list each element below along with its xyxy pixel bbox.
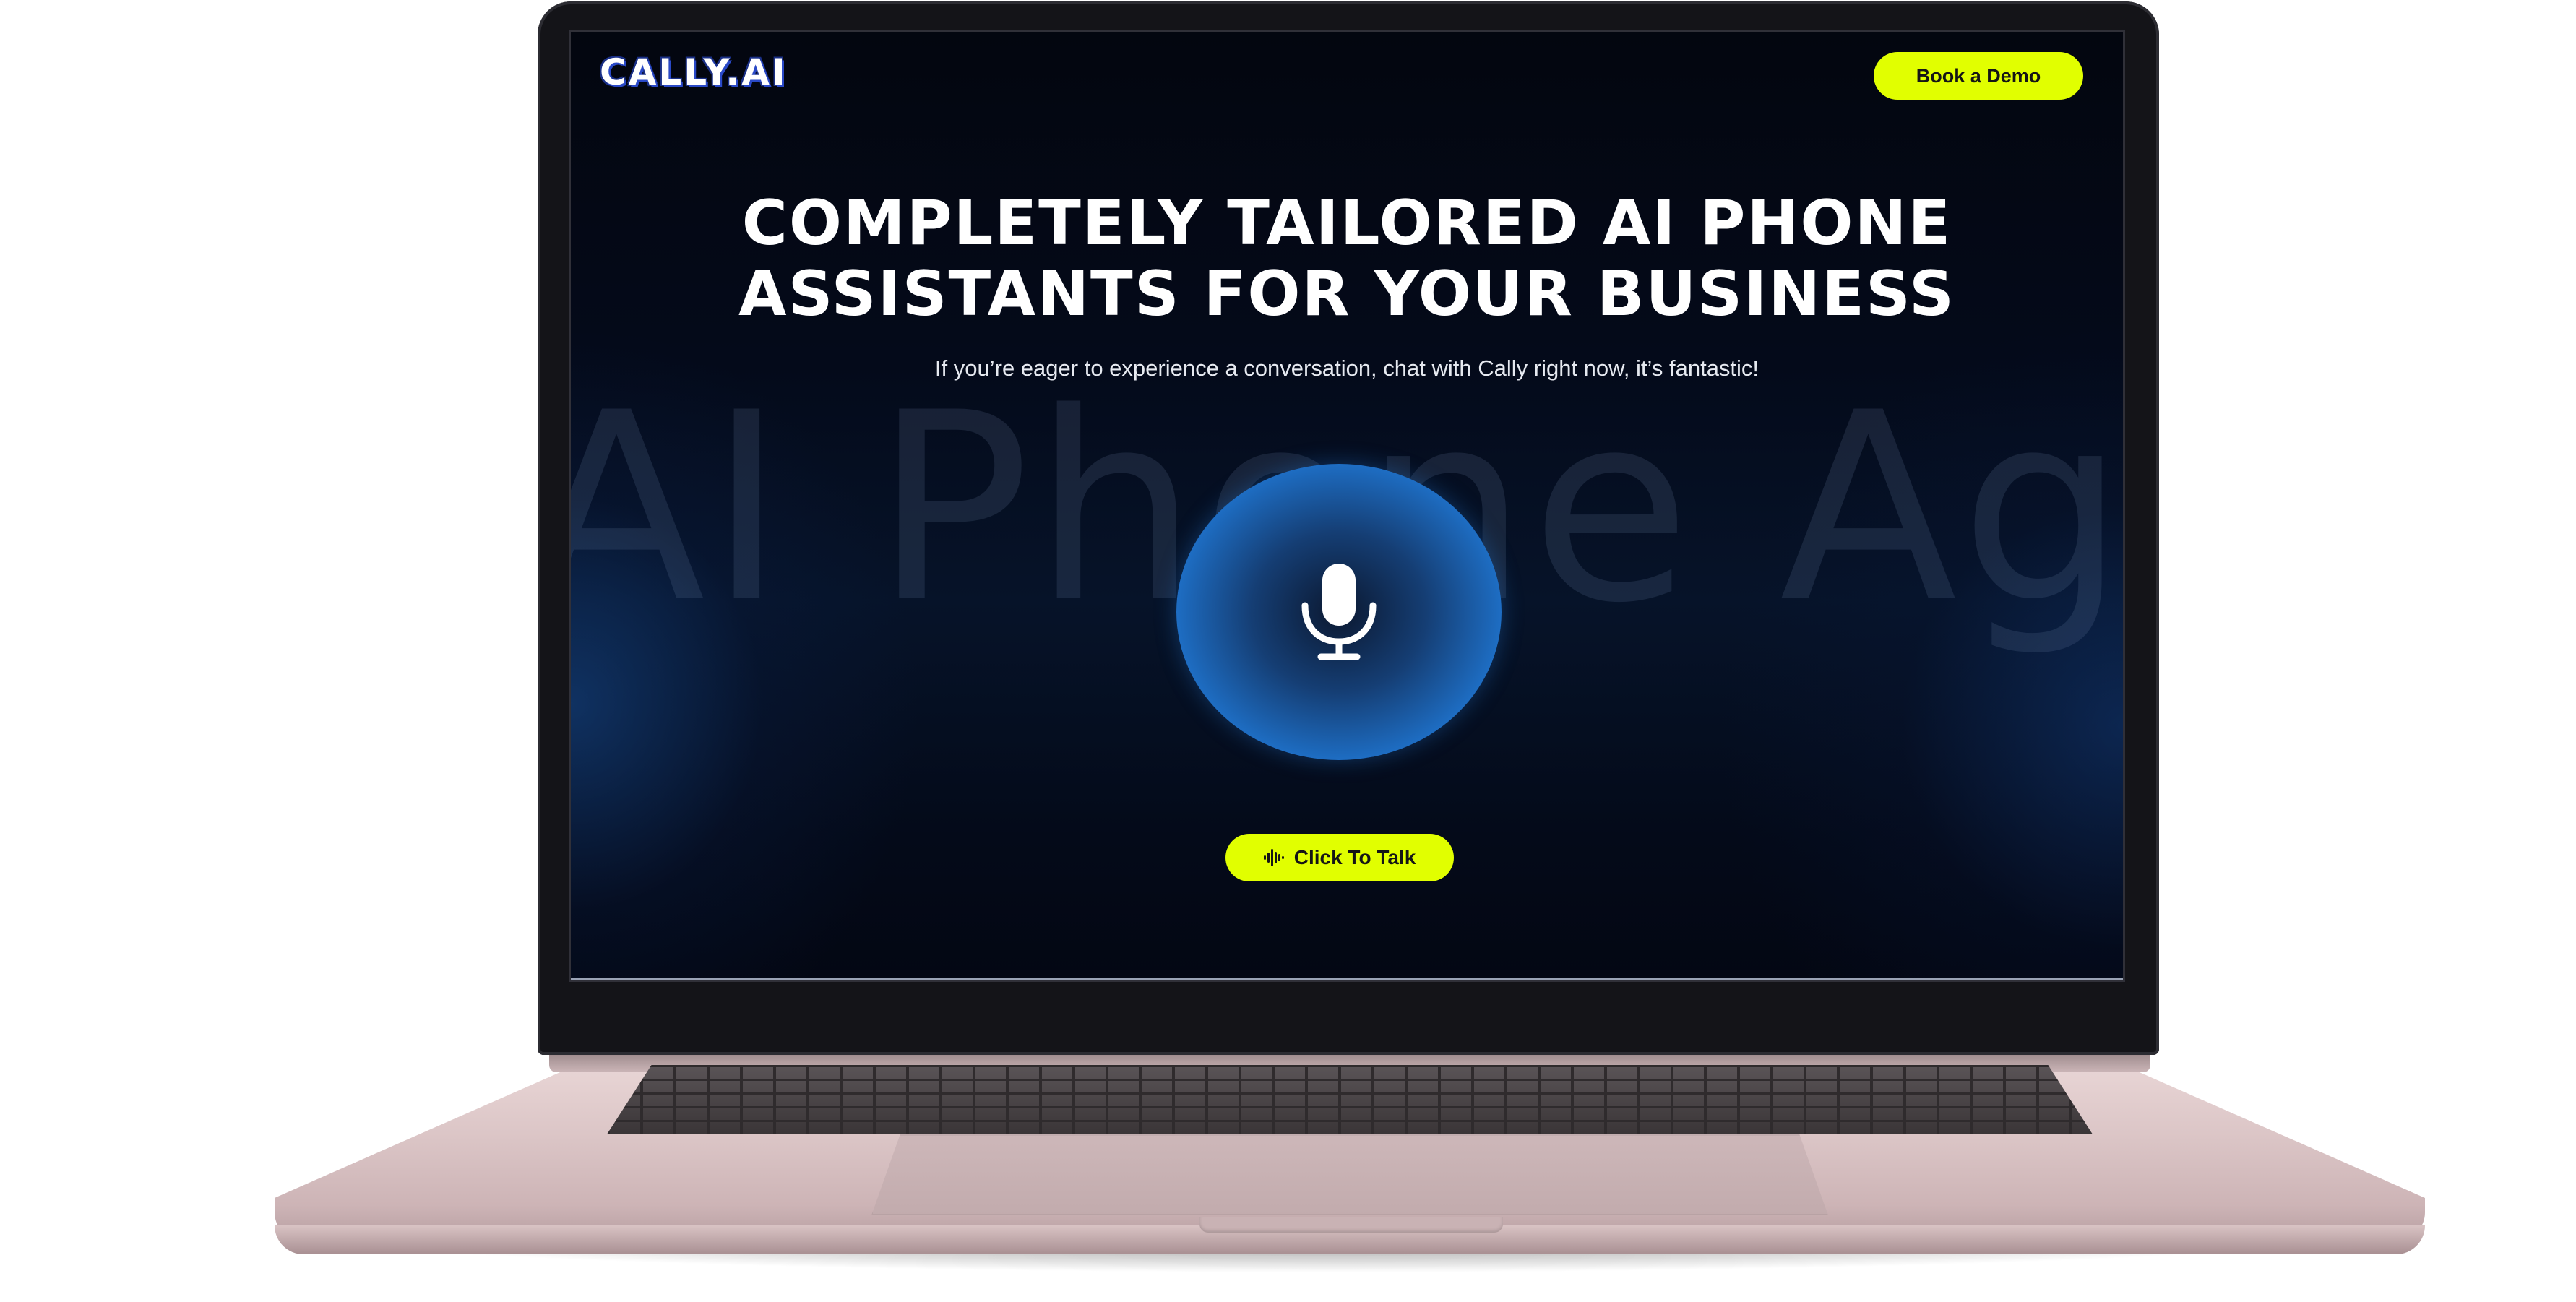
microphone-icon [1301,564,1377,660]
click-to-talk-label: Click To Talk [1293,846,1416,868]
laptop-screen: AI Phone Agent CALLY.AI Book a Demo COMP… [571,32,2123,980]
laptop-keyboard [607,1065,2093,1134]
laptop-base [275,1046,2425,1285]
hero-headline-line-2: ASSISTANTS FOR YOUR BUSINESS [738,258,1955,330]
laptop-trackpad [871,1134,1828,1215]
screen-bottom-border [571,978,2123,980]
hero-headline-line-1: COMPLETELY TAILORED AI PHONE [741,187,1952,259]
click-to-talk-button[interactable]: Click To Talk [1225,834,1454,881]
laptop-thumb-notch [1199,1217,1503,1233]
microphone-orb-button[interactable] [1176,464,1502,760]
hero-headline: COMPLETELY TAILORED AI PHONE ASSISTANTS … [571,188,2123,329]
hero-subtitle: If you’re eager to experience a conversa… [934,355,1759,381]
site-logo[interactable]: CALLY.AI [600,51,788,94]
book-demo-button[interactable]: Book a Demo [1874,52,2083,100]
sound-wave-icon [1263,849,1284,866]
